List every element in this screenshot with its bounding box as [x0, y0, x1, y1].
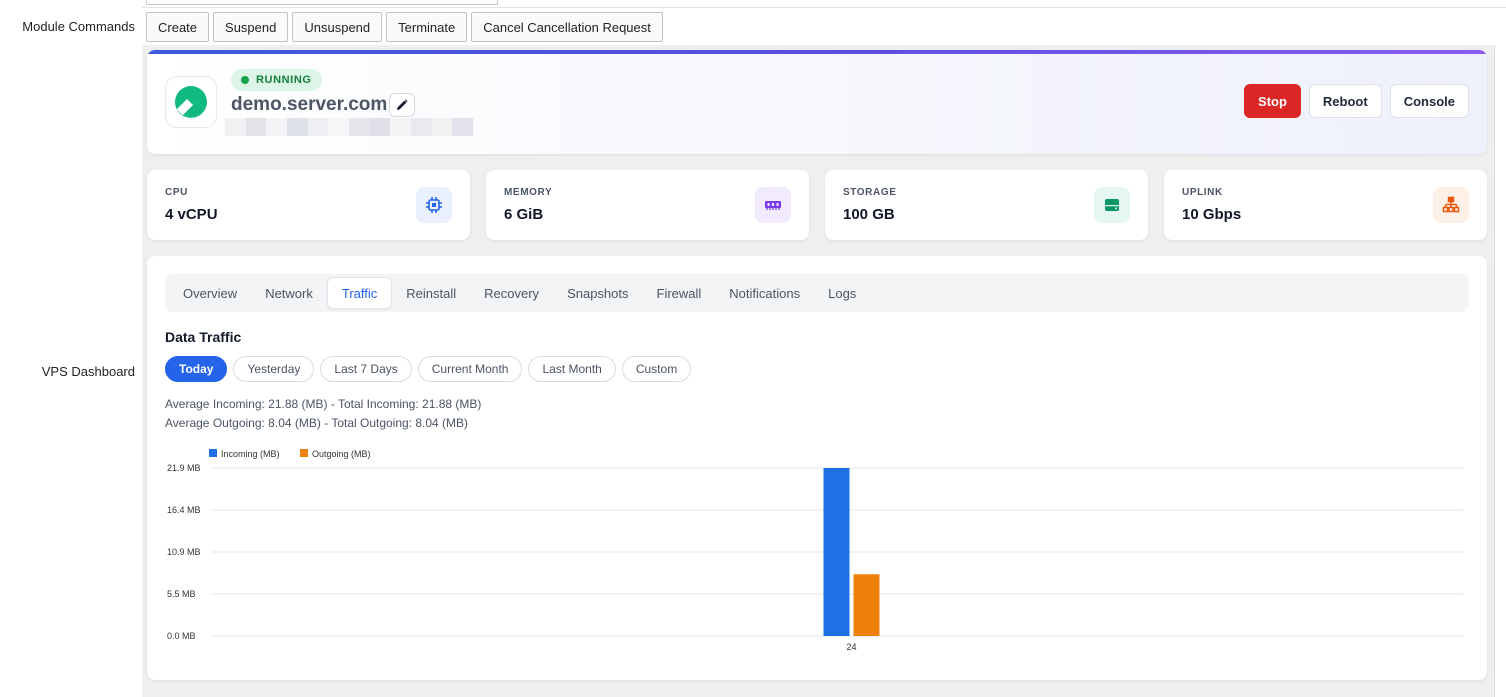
stat-card-memory: MEMORY 6 GiB — [486, 170, 809, 240]
y-tick-label: 10.9 MB — [167, 547, 201, 557]
module-commands-label: Module Commands — [22, 19, 135, 34]
os-logo — [165, 76, 217, 128]
stat-label: UPLINK — [1182, 187, 1223, 198]
stat-card-cpu: CPU 4 vCPU — [147, 170, 470, 240]
traffic-bar-chart: Incoming (MB) Outgoing (MB) 0.0 MB 5.5 MB 10… — [167, 449, 1463, 652]
range-last-7-days-button[interactable]: Last 7 Days — [320, 356, 412, 382]
module-commands: Create Suspend Unsuspend Terminate Cance… — [146, 12, 663, 42]
rocky-linux-icon — [175, 86, 207, 118]
tab-logs[interactable]: Logs — [814, 277, 870, 309]
y-tick-label: 21.9 MB — [167, 463, 201, 473]
ip-address-redacted — [225, 118, 474, 136]
tab-bar: Overview Network Traffic Reinstall Recov… — [165, 274, 1469, 312]
stat-label: MEMORY — [504, 187, 553, 198]
legend-label: Incoming (MB) — [221, 449, 280, 459]
status-text: RUNNING — [256, 74, 312, 86]
range-current-month-button[interactable]: Current Month — [417, 356, 523, 382]
range-custom-button[interactable]: Custom — [621, 356, 692, 382]
tab-overview[interactable]: Overview — [169, 277, 251, 309]
stat-value: 4 vCPU — [165, 206, 218, 223]
create-button[interactable]: Create — [146, 12, 210, 42]
tab-firewall[interactable]: Firewall — [643, 277, 716, 309]
tab-reinstall[interactable]: Reinstall — [392, 277, 470, 309]
bar-incoming — [823, 468, 850, 636]
whmcs-admin-page: Module Commands Create Suspend Unsuspend… — [0, 0, 1506, 697]
bar-outgoing — [853, 574, 880, 636]
y-tick-label: 5.5 MB — [167, 589, 196, 599]
reboot-button[interactable]: Reboot — [1308, 84, 1382, 118]
x-tick-label: 24 — [846, 642, 856, 652]
status-dot-icon — [241, 76, 249, 84]
top-input-edge — [146, 0, 498, 5]
cancel-cancellation-request-button[interactable]: Cancel Cancellation Request — [471, 12, 663, 42]
legend-swatch — [209, 449, 217, 457]
dashboard-border — [1494, 45, 1495, 697]
row-separator — [142, 7, 1506, 8]
header-accent-bar — [147, 50, 1487, 54]
y-tick-label: 16.4 MB — [167, 505, 201, 515]
stat-value: 10 Gbps — [1182, 206, 1242, 223]
stat-value: 6 GiB — [504, 206, 544, 223]
tab-network[interactable]: Network — [251, 277, 327, 309]
data-traffic-title: Data Traffic — [165, 329, 242, 345]
unsuspend-button[interactable]: Unsuspend — [292, 12, 383, 42]
stat-label: STORAGE — [843, 187, 897, 198]
range-today-button[interactable]: Today — [165, 356, 228, 382]
stat-value: 100 GB — [843, 206, 895, 223]
network-icon — [1433, 187, 1469, 223]
server-header-card: RUNNING demo.server.com Stop Reboot Cons… — [147, 50, 1487, 154]
stat-card-storage: STORAGE 100 GB — [825, 170, 1148, 240]
status-badge: RUNNING — [231, 69, 322, 91]
power-actions: Stop Reboot Console — [1244, 84, 1469, 118]
incoming-summary: Average Incoming: 21.88 (MB) - Total Inc… — [165, 397, 482, 411]
date-range-selector: Today Yesterday Last 7 Days Current Mont… — [165, 356, 692, 382]
cpu-icon — [416, 187, 452, 223]
server-details-card: Overview Network Traffic Reinstall Recov… — [147, 256, 1487, 680]
range-last-month-button[interactable]: Last Month — [528, 356, 616, 382]
range-yesterday-button[interactable]: Yesterday — [233, 356, 315, 382]
edit-hostname-button[interactable] — [389, 93, 415, 117]
legend-label: Outgoing (MB) — [312, 449, 371, 459]
server-hostname: demo.server.com — [231, 94, 388, 115]
outgoing-summary: Average Outgoing: 8.04 (MB) - Total Outg… — [165, 416, 469, 430]
memory-icon — [755, 187, 791, 223]
stat-card-uplink: UPLINK 10 Gbps — [1164, 170, 1487, 240]
stop-button[interactable]: Stop — [1244, 84, 1301, 118]
tab-recovery[interactable]: Recovery — [470, 277, 553, 309]
console-button[interactable]: Console — [1389, 84, 1469, 118]
legend-swatch — [300, 449, 308, 457]
vps-dashboard-label: VPS Dashboard — [41, 364, 135, 379]
terminate-button[interactable]: Terminate — [386, 12, 468, 42]
tab-notifications[interactable]: Notifications — [715, 277, 814, 309]
suspend-button[interactable]: Suspend — [213, 12, 289, 42]
y-tick-label: 0.0 MB — [167, 631, 196, 641]
tab-snapshots[interactable]: Snapshots — [553, 277, 642, 309]
stat-label: CPU — [165, 187, 188, 198]
tab-traffic[interactable]: Traffic — [326, 277, 393, 309]
pencil-icon — [397, 99, 408, 110]
storage-icon — [1094, 187, 1130, 223]
